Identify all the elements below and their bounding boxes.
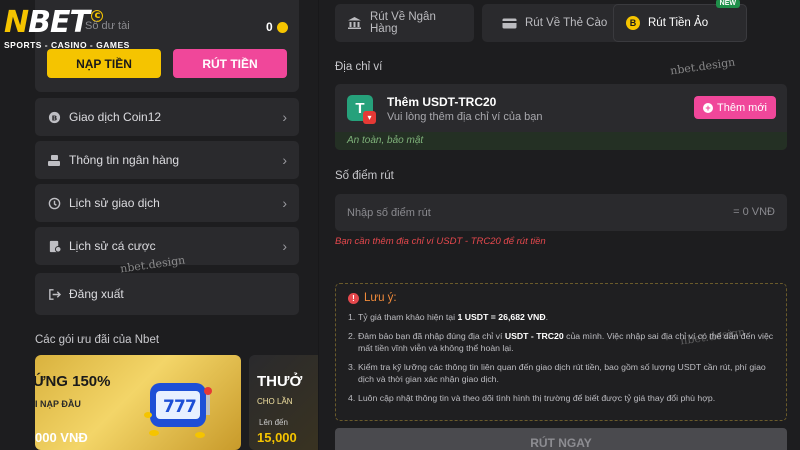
withdraw-button[interactable]: RÚT TIỀN bbox=[173, 49, 287, 78]
menu-item-transaction-history[interactable]: Lịch sử giao dịch › bbox=[35, 184, 299, 222]
promo-section-title: Các gói ưu đãi của Nbet bbox=[35, 334, 160, 346]
logo-letter-n: N bbox=[4, 5, 29, 40]
security-note: An toàn, bảo mật bbox=[335, 132, 787, 150]
plus-icon: + bbox=[703, 102, 713, 113]
wallet-title: Thêm USDT-TRC20 bbox=[387, 95, 497, 109]
tab-label: Rút Tiền Ảo bbox=[648, 17, 709, 29]
add-wallet-label: Thêm mới bbox=[717, 101, 767, 114]
promo-subtitle: CHO LẦN bbox=[257, 397, 293, 406]
balance-value: 0 bbox=[266, 20, 288, 34]
tab-bank-withdraw[interactable]: Rút Về Ngân Hàng bbox=[335, 4, 474, 42]
promo-card-bonus[interactable]: THƯỞ CHO LẦN Lên đến 15,000 bbox=[249, 355, 329, 450]
coin-icon bbox=[276, 21, 288, 33]
balance-amount: 0 bbox=[266, 20, 273, 34]
notice-text: Tỷ giá tham khảo hiện tại bbox=[358, 312, 458, 322]
menu-item-label: Lịch sử cá cược bbox=[69, 239, 156, 253]
tab-label: Rút Về Thẻ Cào bbox=[525, 17, 608, 29]
tab-crypto-withdraw[interactable]: B Rút Tiền Ảo NEW bbox=[613, 0, 747, 42]
notice-num: 1. bbox=[348, 312, 356, 322]
chevron-right-icon: › bbox=[282, 109, 287, 125]
bank-hand-icon bbox=[47, 153, 61, 167]
bet-history-icon bbox=[47, 239, 61, 253]
menu-item-label: Đăng xuất bbox=[69, 287, 124, 301]
bitcoin-icon: B bbox=[626, 16, 640, 30]
tab-label: Rút Về Ngân Hàng bbox=[370, 11, 436, 35]
bank-icon bbox=[347, 16, 362, 30]
new-badge: NEW bbox=[715, 0, 740, 8]
notice-text: Luôn cập nhật thông tin và theo dõi tình… bbox=[358, 393, 716, 403]
promo-headline: ỨNG 150% bbox=[35, 373, 111, 390]
slot-machine-icon: 7 7 7 bbox=[144, 383, 212, 438]
sidebar: N BET c SPORTS - CASINO - GAMES Số dư tài … bbox=[0, 0, 329, 450]
notice-text: Đảm bảo bạn đã nhập đúng địa chỉ ví bbox=[358, 331, 505, 341]
promo-card-first-deposit[interactable]: ỨNG 150% I NẠP ĐẦU 000 VNĐ 7 7 7 bbox=[35, 355, 241, 450]
notice-title-text: Lưu ý: bbox=[364, 292, 397, 304]
wallet-address-box: T ▾ Thêm USDT-TRC20 Vui lòng thêm địa ch… bbox=[335, 84, 787, 150]
history-icon bbox=[47, 196, 61, 210]
menu-item-bank-info[interactable]: Thông tin ngân hàng › bbox=[35, 141, 299, 179]
amount-conversion: = 0 VNĐ bbox=[733, 206, 775, 218]
menu-item-coin12[interactable]: B Giao dịch Coin12 › bbox=[35, 98, 299, 136]
tron-badge-icon: ▾ bbox=[363, 111, 376, 124]
amount-label: Số điểm rút bbox=[335, 170, 394, 182]
promo-subtitle-2: Lên đến bbox=[259, 418, 288, 427]
notice-num: 2. bbox=[348, 331, 356, 341]
menu-item-logout[interactable]: Đăng xuất bbox=[35, 273, 299, 315]
svg-text:7: 7 bbox=[185, 397, 197, 417]
promo-amount: 15,000 bbox=[257, 430, 297, 445]
notice-text: . bbox=[545, 312, 549, 322]
tab-card-withdraw[interactable]: Rút Về Thẻ Cào bbox=[482, 4, 624, 42]
info-icon: ! bbox=[348, 292, 359, 304]
balance-label: Số dư tài bbox=[85, 20, 130, 32]
wallet-address-label: Địa chỉ ví bbox=[335, 61, 383, 73]
promo-amount: 000 VNĐ bbox=[35, 430, 88, 445]
notice-bold: USDT - TRC20 bbox=[504, 331, 564, 341]
notice-bold: 1 USDT = 26,682 VNĐ bbox=[457, 312, 546, 322]
notice-text: Kiểm tra kỹ lưỡng các thông tin liên qua… bbox=[358, 362, 766, 384]
notice-title: ! Lưu ý: bbox=[348, 292, 397, 304]
notice-item: 1. Tỷ giá tham khảo hiện tại 1 USDT = 26,… bbox=[348, 311, 778, 323]
submit-withdraw-button[interactable]: RÚT NGAY bbox=[335, 428, 787, 450]
svg-text:B: B bbox=[51, 113, 57, 122]
amount-input[interactable] bbox=[347, 203, 647, 223]
add-wallet-button[interactable]: + Thêm mới bbox=[694, 96, 776, 119]
logo-bet: BET bbox=[28, 5, 90, 40]
notice-list: 1. Tỷ giá tham khảo hiện tại 1 USDT = 26,… bbox=[348, 311, 778, 411]
notice-item: 3. Kiểm tra kỹ lưỡng các thông tin liên q… bbox=[348, 361, 778, 385]
card-icon bbox=[502, 18, 517, 29]
promo-headline: THƯỞ bbox=[257, 373, 303, 390]
menu-item-label: Lịch sử giao dịch bbox=[69, 196, 160, 210]
logo[interactable]: N BET c SPORTS - CASINO - GAMES bbox=[4, 8, 154, 54]
notice-box: ! Lưu ý: 1. Tỷ giá tham khảo hiện tại 1 U… bbox=[335, 283, 787, 421]
wallet-warning: Bạn cần thêm địa chỉ ví USDT - TRC20 để … bbox=[335, 236, 546, 247]
menu-item-label: Thông tin ngân hàng bbox=[69, 153, 180, 167]
menu-item-label: Giao dịch Coin12 bbox=[69, 110, 162, 124]
chevron-right-icon: › bbox=[282, 195, 287, 211]
coin-icon: B bbox=[47, 110, 61, 124]
deposit-button[interactable]: NẠP TIỀN bbox=[47, 49, 161, 78]
logout-icon bbox=[47, 287, 61, 301]
notice-num: 4. bbox=[348, 393, 356, 403]
chevron-right-icon: › bbox=[282, 152, 287, 168]
promo-subtitle: I NẠP ĐẦU bbox=[35, 399, 81, 409]
chevron-right-icon: › bbox=[282, 238, 287, 254]
wallet-description: Vui lòng thêm địa chỉ ví của bạn bbox=[387, 111, 543, 123]
notice-num: 3. bbox=[348, 362, 356, 372]
notice-item: 4. Luôn cập nhật thông tin và theo dõi tì… bbox=[348, 392, 778, 404]
amount-field: = 0 VNĐ bbox=[335, 194, 787, 231]
